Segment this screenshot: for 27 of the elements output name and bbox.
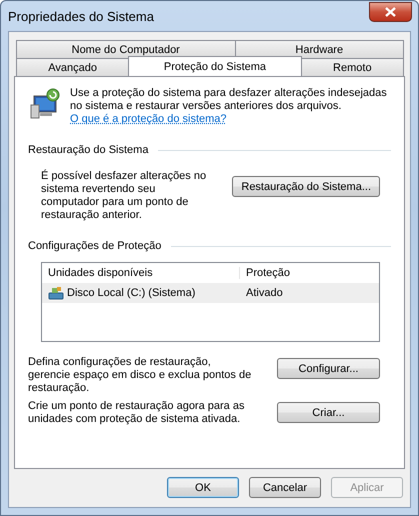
restore-description: É possível desfazer alterações no sistema revertendo seu computador para um ponto de restauração anterior. (41, 170, 208, 222)
description-text: Use a proteção do sistema para desfazer alterações indesejadas no sistema e restaurar versões anteriores dos arquivos. O que é a proteção do sistema? (70, 87, 388, 126)
close-button[interactable] (369, 2, 412, 22)
system-restore-button[interactable]: Restauração do Sistema... (232, 176, 380, 197)
section-heading: Configurações de Proteção (28, 240, 162, 252)
action-description: Defina configurações de restauração, gerencie espaço em disco e exclua pontos de restauração. (28, 356, 252, 395)
tab[interactable]: Proteção do Sistema (128, 56, 302, 76)
drive-row[interactable]: Disco Local (C:) (Sistema) Ativado (42, 283, 379, 303)
action-button[interactable]: Configurar... (277, 358, 380, 379)
column-header[interactable]: Proteção (240, 267, 379, 279)
column-header[interactable]: Unidades disponíveis (42, 267, 240, 279)
action-description: Crie um ponto de restauração agora para as unidades com proteção de sistema ativada. (28, 400, 246, 426)
tab[interactable]: Avançado (16, 58, 130, 76)
close-icon (385, 7, 396, 17)
dialog-button[interactable]: Cancelar (249, 477, 321, 498)
computer-shield-icon (28, 87, 62, 121)
drive-icon (48, 286, 64, 300)
action-button[interactable]: Criar... (277, 402, 380, 423)
dialog-button[interactable]: OK (167, 477, 239, 498)
tab[interactable]: Remoto (300, 58, 404, 76)
tab[interactable]: Hardware (234, 40, 404, 58)
tab[interactable]: Nome do Computador (16, 40, 236, 58)
help-link[interactable]: O que é a proteção do sistema? (70, 113, 227, 125)
table-cell: Disco Local (C:) (Sistema) (67, 287, 196, 299)
table-cell-text: Ativado (245, 287, 284, 299)
section-heading: Restauração do Sistema (28, 144, 148, 156)
window-title: Propriedades do Sistema (8, 8, 154, 24)
